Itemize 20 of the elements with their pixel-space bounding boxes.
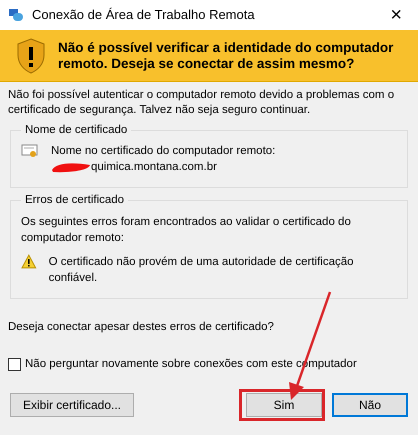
shield-warning-icon (16, 38, 46, 74)
checkbox[interactable] (8, 358, 21, 371)
close-button[interactable]: × (382, 5, 410, 25)
remote-desktop-icon (8, 7, 24, 23)
dialog-button[interactable]: Exibir certificado... (10, 393, 134, 417)
banner-text: Não é possível verificar a identidade do computador remoto. Deseja se conectar de assim mesmo? (58, 40, 394, 72)
certificate-name: quimica.montana.com.br (91, 160, 217, 176)
certificate-icon (21, 143, 39, 160)
intro-text: Não foi possível autenticar o computador remoto devido a problemas com o certificado de segurança. Talvez não seja seguro continuar. (8, 88, 396, 118)
window-title: Conexão de Área de Trabalho Remota (32, 6, 256, 24)
dialog-button[interactable]: Não (332, 393, 408, 417)
question-text: Deseja conectar apesar destes erros de certificado? (8, 320, 275, 334)
redaction-scribble (51, 161, 91, 174)
dialog-button[interactable]: Sim (246, 393, 322, 417)
group-legend: Erros de certificado (21, 192, 128, 210)
warning-icon (21, 254, 37, 268)
group-legend: Nome de certificado (21, 122, 132, 140)
certificate-label: Nome no certificado do computador remoto: (51, 144, 276, 160)
error-text: O certificado não provém de uma autoridade de certificação confiável. (48, 254, 355, 286)
errors-description: Os seguintes erros foram encontrados ao validar o certificado do computador remoto: (21, 214, 352, 246)
